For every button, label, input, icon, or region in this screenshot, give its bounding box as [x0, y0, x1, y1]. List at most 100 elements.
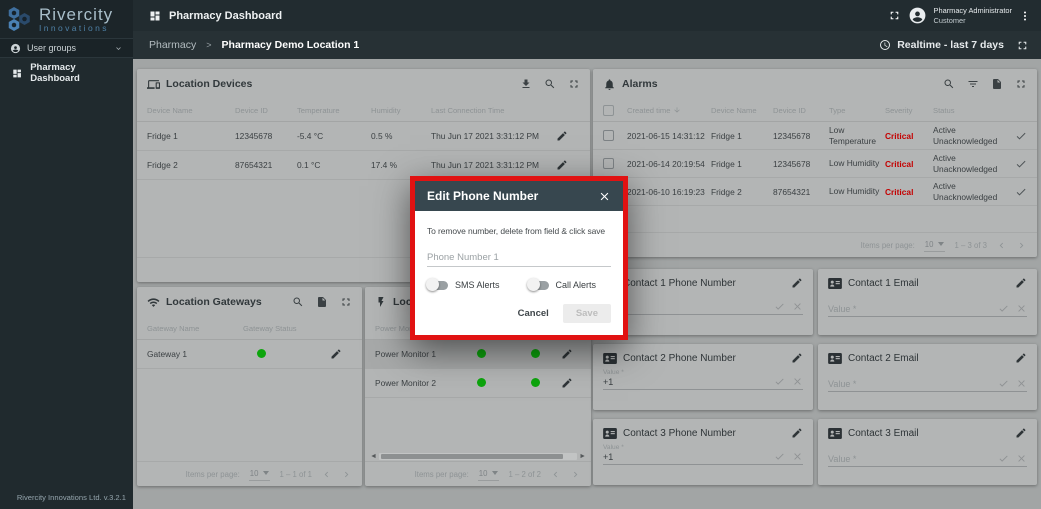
clear-x-icon[interactable] — [792, 451, 803, 462]
acknowledge-check-icon[interactable] — [1015, 130, 1027, 142]
edit-pencil-icon[interactable] — [791, 277, 803, 289]
page-prev-icon[interactable] — [550, 469, 561, 480]
column-header: Status — [933, 106, 997, 115]
row-checkbox[interactable] — [603, 130, 614, 141]
select-all-checkbox[interactable] — [603, 105, 614, 116]
clear-x-icon[interactable] — [1016, 453, 1027, 464]
edit-pencil-icon[interactable] — [1015, 427, 1027, 439]
more-menu-button[interactable] — [1019, 10, 1031, 22]
items-per-page-select[interactable]: 10 — [249, 468, 271, 481]
toggle-switch-off — [528, 281, 549, 290]
edit-pencil-icon[interactable] — [561, 348, 573, 360]
breadcrumb-current: Pharmacy Demo Location 1 — [222, 39, 360, 51]
device-row: Fridge 1 12345678 -5.4 °C 0.5 % Thu Jun … — [137, 122, 590, 151]
modal-close-button[interactable] — [598, 190, 611, 203]
page-next-icon[interactable] — [341, 469, 352, 480]
cancel-button[interactable]: Cancel — [512, 304, 555, 323]
fullscreen-icon — [888, 9, 901, 22]
edit-pencil-icon[interactable] — [556, 130, 568, 142]
pagination: Items per page: 10 1 – 3 of 3 — [593, 232, 1037, 257]
phone-number-input[interactable] — [427, 250, 611, 267]
email-value-placeholder[interactable]: Value * — [828, 454, 991, 464]
expand-button[interactable] — [1015, 78, 1027, 90]
modal-title: Edit Phone Number — [427, 189, 538, 203]
call-alerts-toggle[interactable]: Call Alerts — [528, 280, 597, 290]
scrollbar-thumb[interactable] — [381, 454, 563, 459]
edit-pencil-icon[interactable] — [556, 159, 568, 171]
row-checkbox[interactable] — [603, 158, 614, 169]
file-export-icon — [991, 78, 1003, 90]
power-monitor-name: Power Monitor 2 — [375, 378, 467, 388]
dashboard-fullscreen-button[interactable] — [1016, 39, 1029, 52]
sort-desc-icon[interactable] — [673, 106, 681, 114]
column-header: Created time — [627, 106, 711, 115]
page-next-icon[interactable] — [1016, 240, 1027, 251]
contact-1-email-card: Contact 1 Email Value * — [818, 269, 1037, 335]
alarm-row: 2021-06-15 14:31:12 Fridge 1 12345678 Lo… — [593, 122, 1037, 150]
confirm-check-icon[interactable] — [998, 303, 1009, 314]
items-per-page-select[interactable]: 10 — [924, 239, 946, 252]
search-button[interactable] — [544, 78, 556, 90]
clear-x-icon[interactable] — [1016, 303, 1027, 314]
edit-pencil-icon[interactable] — [561, 377, 573, 389]
column-header: Humidity — [371, 106, 431, 115]
confirm-check-icon[interactable] — [774, 376, 785, 387]
confirm-check-icon[interactable] — [998, 453, 1009, 464]
phone-value[interactable]: +1 — [603, 377, 767, 387]
search-button[interactable] — [943, 78, 955, 90]
page-prev-icon[interactable] — [996, 240, 1007, 251]
sidebar-item-pharmacy-dashboard[interactable]: Pharmacy Dashboard — [0, 61, 133, 85]
edit-pencil-icon[interactable] — [791, 352, 803, 364]
clear-x-icon[interactable] — [1016, 378, 1027, 389]
fullscreen-button[interactable] — [888, 9, 901, 22]
edit-pencil-icon[interactable] — [791, 427, 803, 439]
breadcrumb-parent[interactable]: Pharmacy — [149, 39, 196, 51]
export-button[interactable] — [991, 78, 1003, 90]
edit-pencil-icon[interactable] — [1015, 277, 1027, 289]
filter-button[interactable] — [967, 78, 979, 90]
confirm-check-icon[interactable] — [774, 301, 785, 312]
phone-value[interactable]: +1 — [603, 452, 767, 462]
user-menu[interactable]: Pharmacy Administrator Customer — [934, 6, 1012, 25]
scroll-right-arrow[interactable]: ► — [579, 453, 586, 460]
export-button[interactable] — [316, 296, 328, 308]
alarm-created: 2021-06-10 16:19:23 — [627, 187, 711, 197]
alarm-device-id: 12345678 — [773, 159, 829, 169]
alarm-status: Active Unacknowledged — [933, 125, 995, 146]
save-button[interactable]: Save — [563, 304, 611, 323]
brand-logo[interactable]: Rivercity Innovations — [0, 0, 133, 38]
edit-pencil-icon[interactable] — [1015, 352, 1027, 364]
expand-button[interactable] — [340, 296, 352, 308]
alarm-severity: Critical — [885, 159, 933, 169]
confirm-check-icon[interactable] — [998, 378, 1009, 389]
confirm-check-icon[interactable] — [774, 451, 785, 462]
scroll-left-arrow[interactable]: ◄ — [370, 453, 377, 460]
time-window-button[interactable]: Realtime - last 7 days — [879, 39, 1004, 51]
download-button[interactable] — [520, 78, 532, 90]
clear-x-icon[interactable] — [792, 376, 803, 387]
clock-icon — [879, 39, 891, 51]
user-groups-dropdown[interactable]: User groups — [0, 38, 133, 58]
search-button[interactable] — [292, 296, 304, 308]
alarm-status: Active Unacknowledged — [933, 181, 995, 202]
value-label: Value * — [603, 294, 803, 301]
items-per-page-select[interactable]: 10 — [478, 468, 500, 481]
page-prev-icon[interactable] — [321, 469, 332, 480]
avatar[interactable] — [908, 6, 927, 25]
email-value-placeholder[interactable]: Value * — [828, 379, 991, 389]
sms-alerts-toggle[interactable]: SMS Alerts — [427, 280, 500, 290]
expand-button[interactable] — [568, 78, 580, 90]
email-value-placeholder[interactable]: Value * — [828, 304, 991, 314]
card-title: Contact 2 Email — [848, 353, 919, 364]
wifi-icon — [147, 296, 160, 309]
card-title: Contact 2 Phone Number — [623, 353, 736, 364]
acknowledge-check-icon[interactable] — [1015, 186, 1027, 198]
caret-down-icon — [938, 242, 944, 246]
page-next-icon[interactable] — [570, 469, 581, 480]
acknowledge-check-icon[interactable] — [1015, 158, 1027, 170]
edit-phone-number-modal: Edit Phone Number To remove number, dele… — [410, 176, 628, 340]
column-header: Last Connection Time — [431, 106, 556, 115]
clear-x-icon[interactable] — [792, 301, 803, 312]
fullscreen-icon — [340, 296, 352, 308]
edit-pencil-icon[interactable] — [330, 348, 342, 360]
